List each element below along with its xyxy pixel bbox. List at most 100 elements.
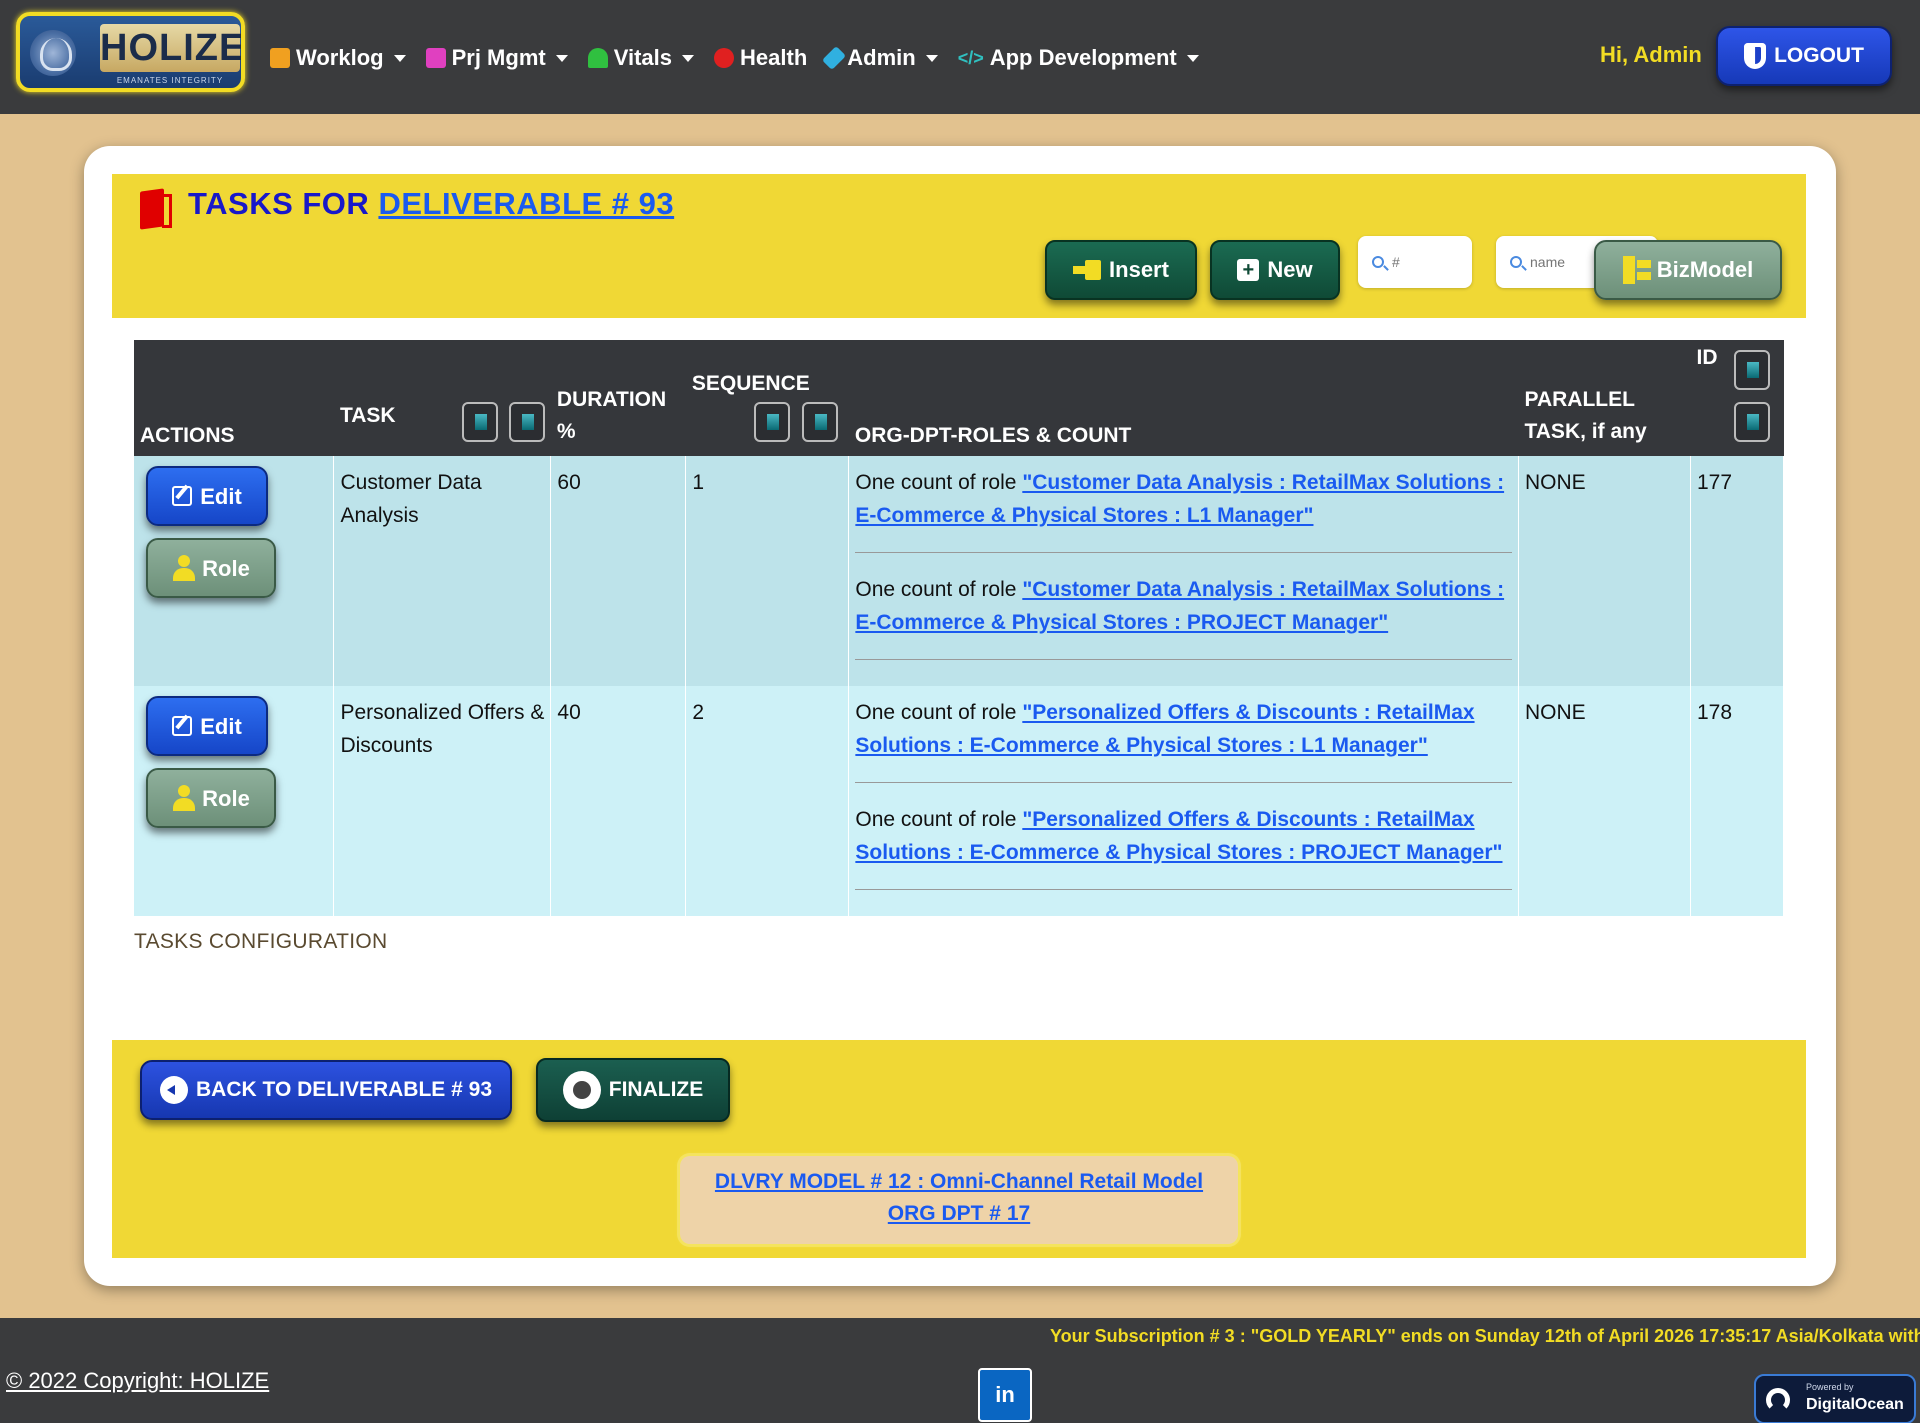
role-prefix: One count of role (855, 471, 1017, 494)
arrow-left-circle-icon (160, 1076, 188, 1104)
role-label: Role (202, 785, 250, 811)
chevron-down-icon (925, 54, 938, 62)
role-prefix: One count of role (855, 578, 1017, 601)
col-sequence: SEQUENCE (685, 340, 849, 456)
logout-label: LOGOUT (1774, 44, 1864, 67)
duration-cell: 60 (550, 456, 687, 686)
col-duration: DURATION % (550, 340, 686, 456)
page-title: TASKS FOR DELIVERABLE # 93 (188, 186, 674, 222)
table-row: Edit Role Personalized Offers & Discount… (134, 686, 1785, 916)
col-sequence-label: SEQUENCE (691, 372, 810, 395)
hierarchy-icon (1622, 256, 1651, 284)
bizmodel-label: BizModel (1656, 257, 1754, 282)
duration-cell: 40 (550, 686, 687, 916)
edit-label: Edit (200, 483, 242, 509)
new-button[interactable]: + New (1210, 240, 1340, 300)
org-dpt-link[interactable]: ORG DPT # 17 (680, 1198, 1238, 1230)
main-menu: Worklog Prj Mgmt Vitals Health Admin </>… (270, 40, 1219, 76)
nav-admin-label: Admin (847, 45, 916, 70)
task-cell: Customer Data Analysis (333, 456, 552, 686)
finalize-label: FINALIZE (608, 1078, 704, 1101)
sort-desc-icon[interactable] (461, 402, 498, 442)
brand-tagline: EMANATES INTEGRITY (116, 76, 224, 85)
parallel-cell: NONE (1518, 686, 1691, 916)
nav-admin[interactable]: Admin (822, 40, 938, 76)
nav-vitals-label: Vitals (613, 45, 673, 70)
brand-name: HOLIZE (100, 24, 241, 72)
role-entry: One count of role "Customer Data Analysi… (855, 466, 1512, 553)
edit-icon (172, 716, 193, 736)
tasks-table: ACTIONS TASK DURATION % SEQUENCE ORG-DPT… (134, 340, 1785, 916)
delivery-model-box: DLVRY MODEL # 12 : Omni-Channel Retail M… (680, 1156, 1238, 1244)
edit-button[interactable]: Edit (146, 696, 268, 756)
subscription-ticker: Your Subscription # 3 : "GOLD YEARLY" en… (1050, 1326, 1920, 1346)
deliverable-link[interactable]: DELIVERABLE # 93 (378, 186, 674, 221)
back-to-deliverable-button[interactable]: BACK TO DELIVERABLE # 93 (140, 1060, 512, 1120)
nav-prj-mgmt-label: Prj Mgmt (451, 45, 546, 70)
page-title-prefix: TASKS FOR (188, 186, 370, 221)
insert-icon (1073, 258, 1103, 282)
role-label: Role (202, 555, 250, 581)
nav-app-development[interactable]: </> App Development (958, 40, 1199, 76)
search-icon (1372, 256, 1384, 268)
nav-worklog-label: Worklog (296, 45, 384, 70)
col-actions: ACTIONS (134, 340, 334, 456)
tools-icon (822, 45, 847, 71)
actions-cell: Edit Role (134, 456, 335, 686)
table-row: Edit Role Customer Data Analysis 60 1 On… (134, 456, 1785, 686)
col-duration-label: DURATION % (556, 388, 667, 443)
sequence-cell: 1 (685, 456, 850, 686)
main-card: TASKS FOR DELIVERABLE # 93 Insert + New … (84, 146, 1836, 1286)
user-icon (172, 785, 196, 811)
sort-desc-icon[interactable] (753, 402, 790, 442)
eagle-emblem-icon (30, 30, 76, 76)
nav-prj-mgmt[interactable]: Prj Mgmt (425, 40, 568, 76)
delivery-model-link[interactable]: DLVRY MODEL # 12 : Omni-Channel Retail M… (680, 1166, 1238, 1198)
navbar: HOLIZE EMANATES INTEGRITY Worklog Prj Mg… (0, 0, 1920, 114)
col-task: TASK (333, 340, 551, 456)
insert-label: Insert (1109, 257, 1169, 282)
id-cell: 177 (1690, 456, 1785, 686)
sort-asc-icon[interactable] (508, 402, 545, 442)
sort-asc-icon[interactable] (801, 402, 838, 442)
search-id-box (1358, 236, 1472, 288)
do-powered-by: Powered by (1806, 1382, 1854, 1392)
search-id-input[interactable] (1392, 254, 1472, 270)
nav-vitals[interactable]: Vitals (587, 40, 695, 76)
nav-health[interactable]: Health (714, 40, 807, 76)
bizmodel-button[interactable]: BizModel (1594, 240, 1782, 300)
roles-cell: One count of role "Customer Data Analysi… (848, 456, 1519, 686)
col-roles: ORG-DPT-ROLES & COUNT (848, 340, 1519, 456)
edit-button[interactable]: Edit (146, 466, 268, 526)
digitalocean-badge[interactable]: Powered by DigitalOcean (1754, 1374, 1916, 1423)
page-footer: Your Subscription # 3 : "GOLD YEARLY" en… (0, 1318, 1920, 1423)
linkedin-icon[interactable]: in (978, 1368, 1032, 1422)
role-entry: One count of role "Customer Data Analysi… (855, 573, 1512, 660)
brand-logo[interactable]: HOLIZE EMANATES INTEGRITY (16, 12, 245, 92)
edit-label: Edit (200, 713, 242, 739)
stethoscope-icon (714, 48, 735, 68)
col-parallel-label: PARALLEL TASK, if any (1524, 388, 1647, 443)
col-id-label: ID (1696, 346, 1718, 369)
sort-asc-icon[interactable] (1734, 350, 1771, 390)
digitalocean-icon (1766, 1388, 1790, 1412)
shield-icon (1744, 43, 1767, 69)
id-cell: 178 (1690, 686, 1785, 916)
insert-button[interactable]: Insert (1045, 240, 1197, 300)
role-button[interactable]: Role (146, 538, 276, 598)
do-name: DigitalOcean (1806, 1396, 1904, 1413)
copyright-link[interactable]: © 2022 Copyright: HOLIZE (6, 1368, 269, 1394)
role-button[interactable]: Role (146, 768, 276, 828)
nav-worklog[interactable]: Worklog (270, 40, 406, 76)
logout-button[interactable]: LOGOUT (1716, 26, 1892, 86)
role-prefix: One count of role (855, 808, 1017, 831)
user-greeting: Hi, Admin (1600, 42, 1702, 67)
nav-app-development-label: App Development (989, 45, 1177, 70)
plus-square-icon: + (1237, 259, 1260, 281)
role-prefix: One count of role (855, 701, 1017, 724)
table-header-row: ACTIONS TASK DURATION % SEQUENCE ORG-DPT… (134, 340, 1784, 456)
finalize-button[interactable]: FINALIZE (536, 1058, 730, 1122)
sort-desc-icon[interactable] (1734, 402, 1771, 442)
roles-cell: One count of role "Personalized Offers &… (848, 686, 1519, 916)
parallel-cell: NONE (1518, 456, 1691, 686)
